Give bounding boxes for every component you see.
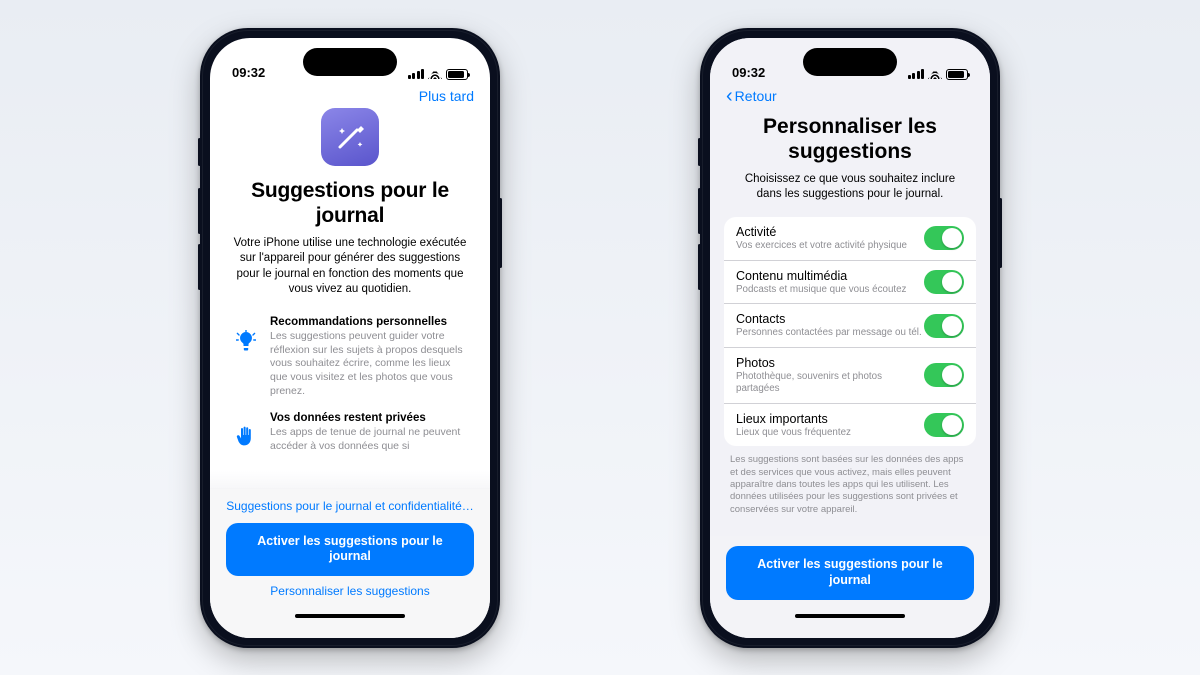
settings-group: Activité Vos exercices et votre activité…: [724, 217, 976, 447]
feature-title: Vos données restent privées: [270, 412, 466, 424]
cellular-icon: [408, 69, 425, 79]
privacy-link[interactable]: Suggestions pour le journal et confident…: [226, 499, 474, 515]
row-title: Contenu multimédia: [736, 269, 906, 283]
row-title: Lieux importants: [736, 412, 851, 426]
iphone-mockup-intro: 09:32 Plus tard Suggestions pour le jour…: [200, 28, 500, 648]
iphone-mockup-customize: 09:32 ‹ Retour Personnaliser les suggest…: [700, 28, 1000, 648]
enable-suggestions-button[interactable]: Activer les suggestions pour le journal: [726, 546, 974, 599]
nav-bar: Plus tard: [210, 84, 490, 104]
journal-suggestions-app-icon: [321, 108, 379, 166]
chevron-left-icon: ‹: [726, 89, 733, 103]
toggle-media[interactable]: [924, 270, 964, 294]
row-title: Photos: [736, 356, 924, 370]
dynamic-island: [803, 48, 897, 76]
hand-raised-icon: [234, 426, 258, 453]
page-title: Personnaliser les suggestions: [732, 114, 968, 164]
row-contacts[interactable]: Contacts Personnes contactées par messag…: [724, 304, 976, 348]
toggle-photos[interactable]: [924, 363, 964, 387]
row-desc: Photothèque, souvenirs et photos partagé…: [736, 371, 924, 395]
row-desc: Vos exercices et votre activité physique: [736, 240, 907, 252]
feature-title: Recommandations personnelles: [270, 316, 466, 328]
row-desc: Lieux que vous fréquentez: [736, 427, 851, 439]
wifi-icon: [928, 69, 942, 79]
row-activity[interactable]: Activité Vos exercices et votre activité…: [724, 217, 976, 261]
row-photos[interactable]: Photos Photothèque, souvenirs et photos …: [724, 348, 976, 404]
feature-desc: Les suggestions peuvent guider votre réf…: [270, 330, 466, 398]
home-indicator[interactable]: [295, 614, 405, 618]
feature-personal-recommendations: Recommandations personnelles Les suggest…: [228, 316, 472, 398]
nav-bar: ‹ Retour: [710, 84, 990, 104]
back-button[interactable]: ‹ Retour: [726, 88, 777, 104]
row-locations[interactable]: Lieux importants Lieux que vous fréquent…: [724, 404, 976, 447]
customize-link[interactable]: Personnaliser les suggestions: [270, 584, 429, 600]
back-label: Retour: [735, 88, 777, 104]
status-time: 09:32: [232, 65, 265, 80]
lightbulb-icon: [234, 330, 258, 398]
fineprint: Les suggestions sont basées sur les donn…: [730, 454, 970, 516]
footer: Suggestions pour le journal et confident…: [210, 488, 490, 637]
feature-privacy: Vos données restent privées Les apps de …: [228, 412, 472, 453]
feature-desc: Les apps de tenue de journal ne peuvent …: [270, 426, 466, 453]
toggle-contacts[interactable]: [924, 314, 964, 338]
wifi-icon: [428, 69, 442, 79]
row-title: Activité: [736, 225, 907, 239]
footer: Activer les suggestions pour le journal: [710, 535, 990, 637]
page-subtitle: Choisissez ce que vous souhaitez inclure…: [734, 172, 966, 203]
page-lead: Votre iPhone utilise une technologie exé…: [230, 236, 470, 298]
row-media[interactable]: Contenu multimédia Podcasts et musique q…: [724, 261, 976, 305]
toggle-locations[interactable]: [924, 413, 964, 437]
row-desc: Podcasts et musique que vous écoutez: [736, 284, 906, 296]
row-title: Contacts: [736, 312, 922, 326]
status-time: 09:32: [732, 65, 765, 80]
battery-icon: [446, 69, 468, 80]
page-title: Suggestions pour le journal: [228, 178, 472, 228]
home-indicator[interactable]: [795, 614, 905, 618]
dynamic-island: [303, 48, 397, 76]
row-desc: Personnes contactées par message ou tél.: [736, 327, 922, 339]
toggle-activity[interactable]: [924, 226, 964, 250]
skip-button[interactable]: Plus tard: [419, 88, 474, 104]
battery-icon: [946, 69, 968, 80]
enable-suggestions-button[interactable]: Activer les suggestions pour le journal: [226, 523, 474, 576]
cellular-icon: [908, 69, 925, 79]
